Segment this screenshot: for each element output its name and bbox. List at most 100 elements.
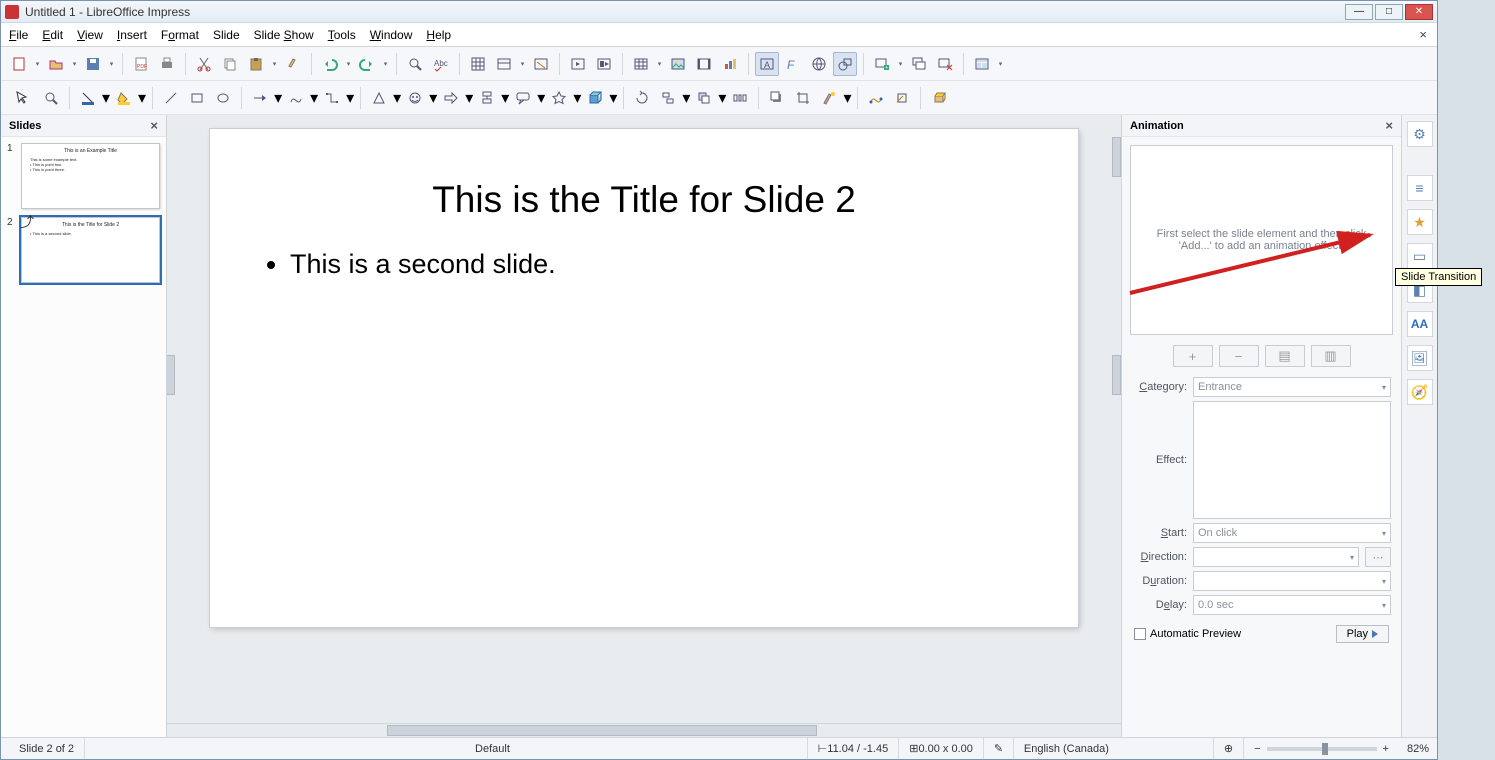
zoom-value[interactable]: 82% — [1399, 743, 1429, 755]
zoom-tool-button[interactable] — [39, 86, 63, 110]
new-dropdown[interactable]: ▾ — [33, 52, 42, 76]
menu-format[interactable]: Format — [161, 28, 199, 42]
redo-dropdown[interactable]: ▾ — [381, 52, 390, 76]
symbol-shapes-dropdown[interactable]: ▾ — [429, 88, 437, 108]
select-tool-button[interactable] — [7, 83, 37, 113]
animation-tab-icon[interactable]: ★ — [1407, 209, 1433, 235]
menu-window[interactable]: Window — [370, 28, 413, 42]
basic-shapes-dropdown[interactable]: ▾ — [393, 88, 401, 108]
start-first-button[interactable] — [566, 52, 590, 76]
save-dropdown[interactable]: ▾ — [107, 52, 116, 76]
paste-dropdown[interactable]: ▾ — [270, 52, 279, 76]
spellcheck-button[interactable]: Abc — [429, 52, 453, 76]
gluepoints-button[interactable] — [890, 86, 914, 110]
copy-button[interactable] — [218, 52, 242, 76]
menu-edit[interactable]: Edit — [42, 28, 63, 42]
menu-tools[interactable]: Tools — [328, 28, 356, 42]
line-color-button[interactable] — [76, 86, 100, 110]
zoom-slider[interactable]: −+ — [1244, 738, 1399, 759]
open-button[interactable] — [44, 52, 68, 76]
display-views-button[interactable] — [492, 52, 516, 76]
stars-dropdown[interactable]: ▾ — [573, 88, 581, 108]
delay-input[interactable]: 0.0 sec▾ — [1193, 595, 1391, 615]
collapse-handle-left[interactable] — [167, 355, 175, 395]
arrange-dropdown[interactable]: ▾ — [718, 88, 726, 108]
navigator-tab-icon[interactable]: 🧭 — [1407, 379, 1433, 405]
menu-file[interactable]: File — [9, 28, 28, 42]
print-button[interactable] — [155, 52, 179, 76]
slide-transition-tab-icon[interactable]: ▭ — [1407, 243, 1433, 269]
distribute-button[interactable] — [728, 86, 752, 110]
direction-options-button[interactable]: ⋯ — [1365, 547, 1391, 567]
flowchart-dropdown[interactable]: ▾ — [501, 88, 509, 108]
show-draw-functions-button[interactable] — [833, 52, 857, 76]
insert-table-button[interactable] — [629, 52, 653, 76]
new-button[interactable] — [7, 52, 31, 76]
arrange-button[interactable] — [692, 86, 716, 110]
start-current-button[interactable] — [592, 52, 616, 76]
block-arrows-dropdown[interactable]: ▾ — [465, 88, 473, 108]
slide-thumb[interactable]: This is an Example Title This is some ex… — [21, 143, 160, 209]
insert-table-dropdown[interactable]: ▾ — [655, 52, 664, 76]
insert-fontwork-button[interactable]: F — [781, 52, 805, 76]
clone-format-button[interactable] — [281, 52, 305, 76]
filter-dropdown[interactable]: ▾ — [843, 88, 851, 108]
sidebar-settings-icon[interactable]: ⚙ — [1407, 121, 1433, 147]
lines-arrows-dropdown[interactable]: ▾ — [274, 88, 282, 108]
editor-hscrollbar[interactable] — [167, 723, 1121, 737]
slide-thumb-1[interactable]: 1 This is an Example Title This is some … — [7, 143, 160, 209]
slide-layout-button[interactable] — [970, 52, 994, 76]
extrusion-button[interactable] — [927, 86, 951, 110]
connectors-dropdown[interactable]: ▾ — [346, 88, 354, 108]
paste-button[interactable] — [244, 52, 268, 76]
basic-shapes-button[interactable] — [367, 86, 391, 110]
open-dropdown[interactable]: ▾ — [70, 52, 79, 76]
align-dropdown[interactable]: ▾ — [682, 88, 690, 108]
slide-thumb-2[interactable]: 2 This is the Title for Slide 2 • This i… — [7, 217, 160, 283]
animation-remove-button[interactable]: − — [1219, 345, 1259, 367]
curves-dropdown[interactable]: ▾ — [310, 88, 318, 108]
filter-button[interactable] — [817, 86, 841, 110]
3d-objects-dropdown[interactable]: ▾ — [609, 88, 617, 108]
menu-insert[interactable]: Insert — [117, 28, 147, 42]
animation-panel-close-icon[interactable]: × — [1385, 118, 1393, 133]
find-button[interactable] — [403, 52, 427, 76]
slides-panel-close-icon[interactable]: × — [150, 118, 158, 133]
gallery-tab-icon[interactable]: 🖼 — [1407, 345, 1433, 371]
undo-dropdown[interactable]: ▾ — [344, 52, 353, 76]
minimize-button[interactable]: — — [1345, 4, 1373, 20]
effect-list[interactable] — [1193, 401, 1391, 519]
insert-line-button[interactable] — [159, 86, 183, 110]
stars-button[interactable] — [547, 86, 571, 110]
slide-canvas[interactable]: This is the Title for Slide 2 This is a … — [210, 129, 1078, 627]
duplicate-slide-button[interactable] — [907, 52, 931, 76]
display-views-dropdown[interactable]: ▾ — [518, 52, 527, 76]
block-arrows-button[interactable] — [439, 86, 463, 110]
document-close-icon[interactable]: × — [1419, 27, 1427, 42]
save-button[interactable] — [81, 52, 105, 76]
insert-hyperlink-button[interactable] — [807, 52, 831, 76]
insert-chart-button[interactable] — [718, 52, 742, 76]
duration-input[interactable]: ▾ — [1193, 571, 1391, 591]
editor-scroll-handle[interactable] — [1112, 137, 1121, 177]
maximize-button[interactable]: □ — [1375, 4, 1403, 20]
flowchart-button[interactable] — [475, 86, 499, 110]
fill-color-button[interactable] — [112, 86, 136, 110]
menu-slideshow[interactable]: Slide Show — [254, 28, 314, 42]
delete-slide-button[interactable] — [933, 52, 957, 76]
menu-view[interactable]: View — [77, 28, 103, 42]
direction-select[interactable]: ▾ — [1193, 547, 1359, 567]
status-language[interactable]: English (Canada) — [1014, 738, 1214, 759]
menu-help[interactable]: Help — [426, 28, 451, 42]
ellipse-button[interactable] — [211, 86, 235, 110]
slide-body-text[interactable]: This is a second slide. — [270, 249, 1018, 280]
insert-av-button[interactable] — [692, 52, 716, 76]
animation-add-button[interactable]: + — [1173, 345, 1213, 367]
curves-button[interactable] — [284, 86, 308, 110]
new-slide-dropdown[interactable]: ▾ — [896, 52, 905, 76]
line-color-dropdown[interactable]: ▾ — [102, 88, 110, 108]
insert-textbox-button[interactable]: A — [755, 52, 779, 76]
connectors-button[interactable] — [320, 86, 344, 110]
points-button[interactable] — [864, 86, 888, 110]
animation-move-down-button[interactable]: ▥ — [1311, 345, 1351, 367]
